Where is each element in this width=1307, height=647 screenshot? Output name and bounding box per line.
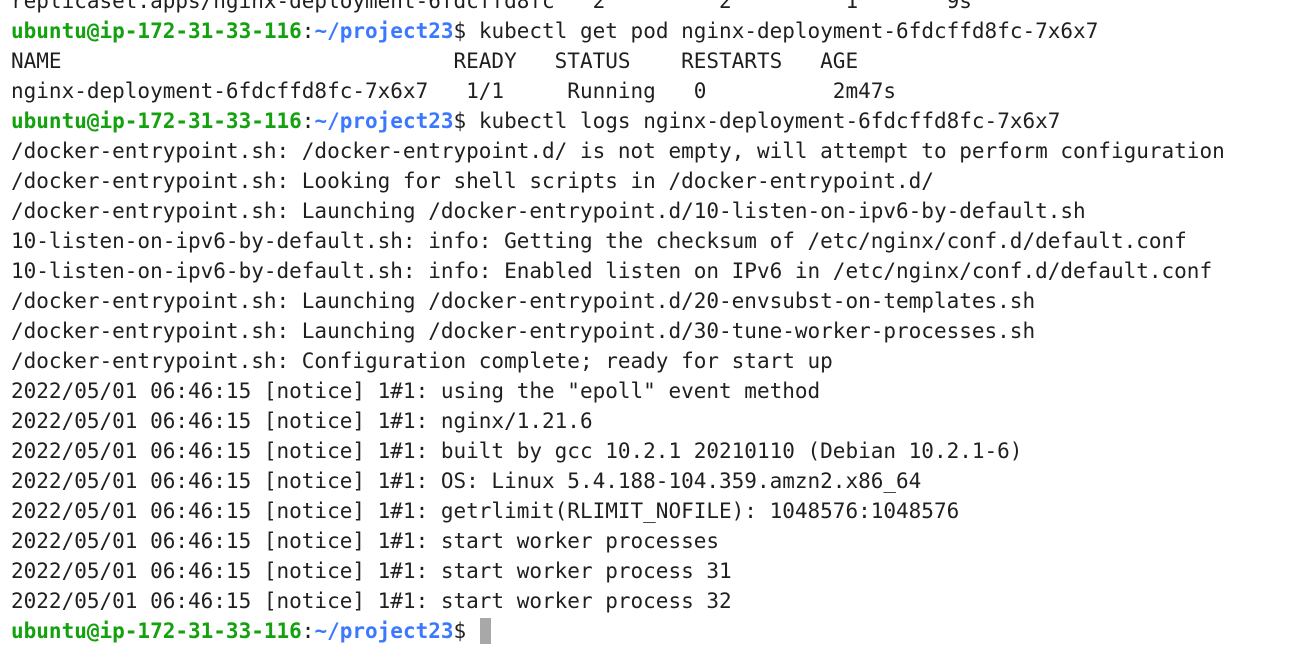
prompt-line: ubuntu@ip-172-31-33-116:~/project23$ kub… [11, 16, 1307, 46]
prompt-path: ~/project23 [314, 619, 454, 643]
output-line: 2022/05/01 06:46:15 [notice] 1#1: OS: Li… [11, 469, 922, 493]
output-line: nginx-deployment-6fdcffd8fc-7x6x7 1/1 Ru… [11, 79, 897, 103]
output-line: 2022/05/01 06:46:15 [notice] 1#1: nginx/… [11, 409, 593, 433]
output-line: NAME READY STATUS RESTARTS AGE [11, 49, 859, 73]
command-text: kubectl get pod nginx-deployment-6fdcffd… [466, 19, 1099, 43]
prompt-user-host: ubuntu@ip-172-31-33-116 [11, 19, 302, 43]
output-line: 2022/05/01 06:46:15 [notice] 1#1: start … [11, 589, 732, 613]
output-line: 2022/05/01 06:46:15 [notice] 1#1: start … [11, 529, 720, 553]
output-line: /docker-entrypoint.sh: Launching /docker… [11, 319, 1036, 343]
output-line: /docker-entrypoint.sh: Looking for shell… [11, 169, 934, 193]
prompt-separator: : [301, 619, 315, 643]
output-line: 10-listen-on-ipv6-by-default.sh: info: E… [11, 259, 1213, 283]
prompt-symbol: $ [453, 109, 467, 133]
prompt-user-host: ubuntu@ip-172-31-33-116 [11, 619, 302, 643]
prompt-line: ubuntu@ip-172-31-33-116:~/project23$ kub… [11, 106, 1307, 136]
prompt-symbol: $ [453, 619, 467, 643]
output-line: /docker-entrypoint.sh: Launching /docker… [11, 199, 1086, 223]
prompt-symbol: $ [453, 19, 467, 43]
output-line: 2022/05/01 06:46:15 [notice] 1#1: built … [11, 439, 1023, 463]
command-text: kubectl logs nginx-deployment-6fdcffd8fc… [466, 109, 1061, 133]
output-line: 2022/05/01 06:46:15 [notice] 1#1: start … [11, 559, 732, 583]
prompt-user-host: ubuntu@ip-172-31-33-116 [11, 109, 302, 133]
prompt-separator: : [301, 109, 315, 133]
output-line: /docker-entrypoint.sh: Configuration com… [11, 349, 833, 373]
command-text [466, 619, 479, 643]
prompt-path: ~/project23 [314, 109, 454, 133]
prompt-separator: : [301, 19, 315, 43]
output-line: 2022/05/01 06:46:15 [notice] 1#1: using … [11, 379, 821, 403]
output-line: replicaset.apps/nginx-deployment-6fdcffd… [11, 0, 972, 13]
output-line: 2022/05/01 06:46:15 [notice] 1#1: getrli… [11, 499, 960, 523]
terminal-window[interactable]: replicaset.apps/nginx-deployment-6fdcffd… [0, 0, 1307, 647]
prompt-path: ~/project23 [314, 19, 454, 43]
output-line: /docker-entrypoint.sh: /docker-entrypoin… [11, 139, 1225, 163]
output-line: /docker-entrypoint.sh: Launching /docker… [11, 289, 1036, 313]
output-line: 10-listen-on-ipv6-by-default.sh: info: G… [11, 229, 1187, 253]
prompt-line: ubuntu@ip-172-31-33-116:~/project23$ [11, 616, 1307, 646]
text-cursor[interactable] [479, 618, 491, 644]
terminal-output: replicaset.apps/nginx-deployment-6fdcffd… [11, 0, 1307, 646]
